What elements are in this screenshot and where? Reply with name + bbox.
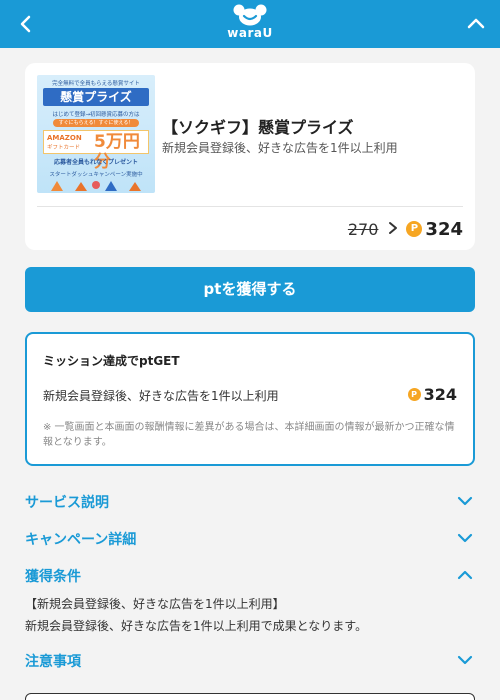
banner-note: 応募者全員もれなくプレゼント [53, 159, 138, 166]
chevron-up-icon[interactable] [464, 12, 488, 36]
section-service-description[interactable]: サービス説明 [25, 490, 475, 512]
section-label: サービス説明 [25, 495, 109, 511]
new-points: 324 [425, 218, 463, 240]
offer-description: 新規会員登録後、好きな広告を1件以上利用 [162, 141, 398, 155]
chevron-right-icon [388, 220, 398, 239]
waraU-logo[interactable]: waraU [222, 4, 278, 44]
banner-people-illustration [51, 181, 141, 191]
banner-amount: 5万円分 [94, 132, 140, 172]
offer-card: 完全無料で全員もらえる懸賞サイト 懸賞プライズ はじめて登録→初回懸賞応募の方は… [25, 63, 475, 250]
logo-text: waraU [227, 26, 273, 40]
banner-gift-card: ギフトカード [47, 145, 81, 151]
banner-gift-box: AMAZON ギフトカード 5万円分 [43, 130, 149, 172]
section-campaign-details[interactable]: キャンペーン詳細 [25, 527, 475, 549]
mission-description: 新規会員登録後、好きな広告を1件以上利用 [43, 389, 279, 403]
banner-pill: すぐにもらえる！すぐに使える！ [53, 119, 139, 127]
chevron-down-icon [457, 530, 473, 546]
divider [37, 206, 463, 207]
mission-title: ミッション達成でptGET [43, 354, 180, 368]
banner-subtitle: はじめて登録→初回懸賞応募の方は [52, 112, 140, 118]
offer-banner-image: 完全無料で全員もらえる懸賞サイト 懸賞プライズ はじめて登録→初回懸賞応募の方は… [37, 75, 155, 193]
section-label: 獲得条件 [25, 569, 81, 585]
chevron-up-icon [457, 567, 473, 583]
old-points: 270 [347, 219, 379, 239]
banner-start: スタートダッシュキャンペーン実施中 [49, 172, 143, 178]
banner-gift-brand: AMAZON [47, 134, 82, 142]
point-coin-icon: P [406, 221, 423, 237]
app-header: waraU [0, 0, 500, 48]
point-coin-icon: P [407, 388, 421, 401]
mission-points: P 324 [407, 385, 457, 404]
section-label: 注意事項 [25, 654, 81, 670]
section-notes[interactable]: 注意事項 [25, 649, 475, 671]
condition-heading: 【新規会員登録後、好きな広告を1件以上利用】 [25, 597, 285, 611]
condition-text: 新規会員登録後、好きな広告を1件以上利用で成果となります。 [25, 619, 368, 633]
banner-title: 懸賞プライズ [43, 88, 149, 106]
section-label: キャンペーン詳細 [25, 532, 137, 548]
chevron-left-icon[interactable] [14, 12, 38, 36]
bottom-button-partial[interactable] [25, 693, 475, 700]
chevron-down-icon [457, 493, 473, 509]
mission-points-value: 324 [423, 385, 457, 404]
get-points-button[interactable]: ptを獲得する [25, 267, 475, 312]
chevron-down-icon [457, 652, 473, 668]
points-row: 270 P 324 [348, 218, 463, 240]
mission-box: ミッション達成でptGET 新規会員登録後、好きな広告を1件以上利用 P 324… [25, 332, 475, 466]
mission-note: ※ 一覧画面と本画面の報酬情報に差異がある場合は、本詳細画面の情報が最新かつ正確… [43, 422, 455, 448]
banner-top-text: 完全無料で全員もらえる懸賞サイト [52, 81, 140, 87]
section-acquisition-conditions[interactable]: 獲得条件 [25, 564, 475, 586]
offer-title: 【ソクギフ】懸賞プライズ [162, 118, 354, 137]
